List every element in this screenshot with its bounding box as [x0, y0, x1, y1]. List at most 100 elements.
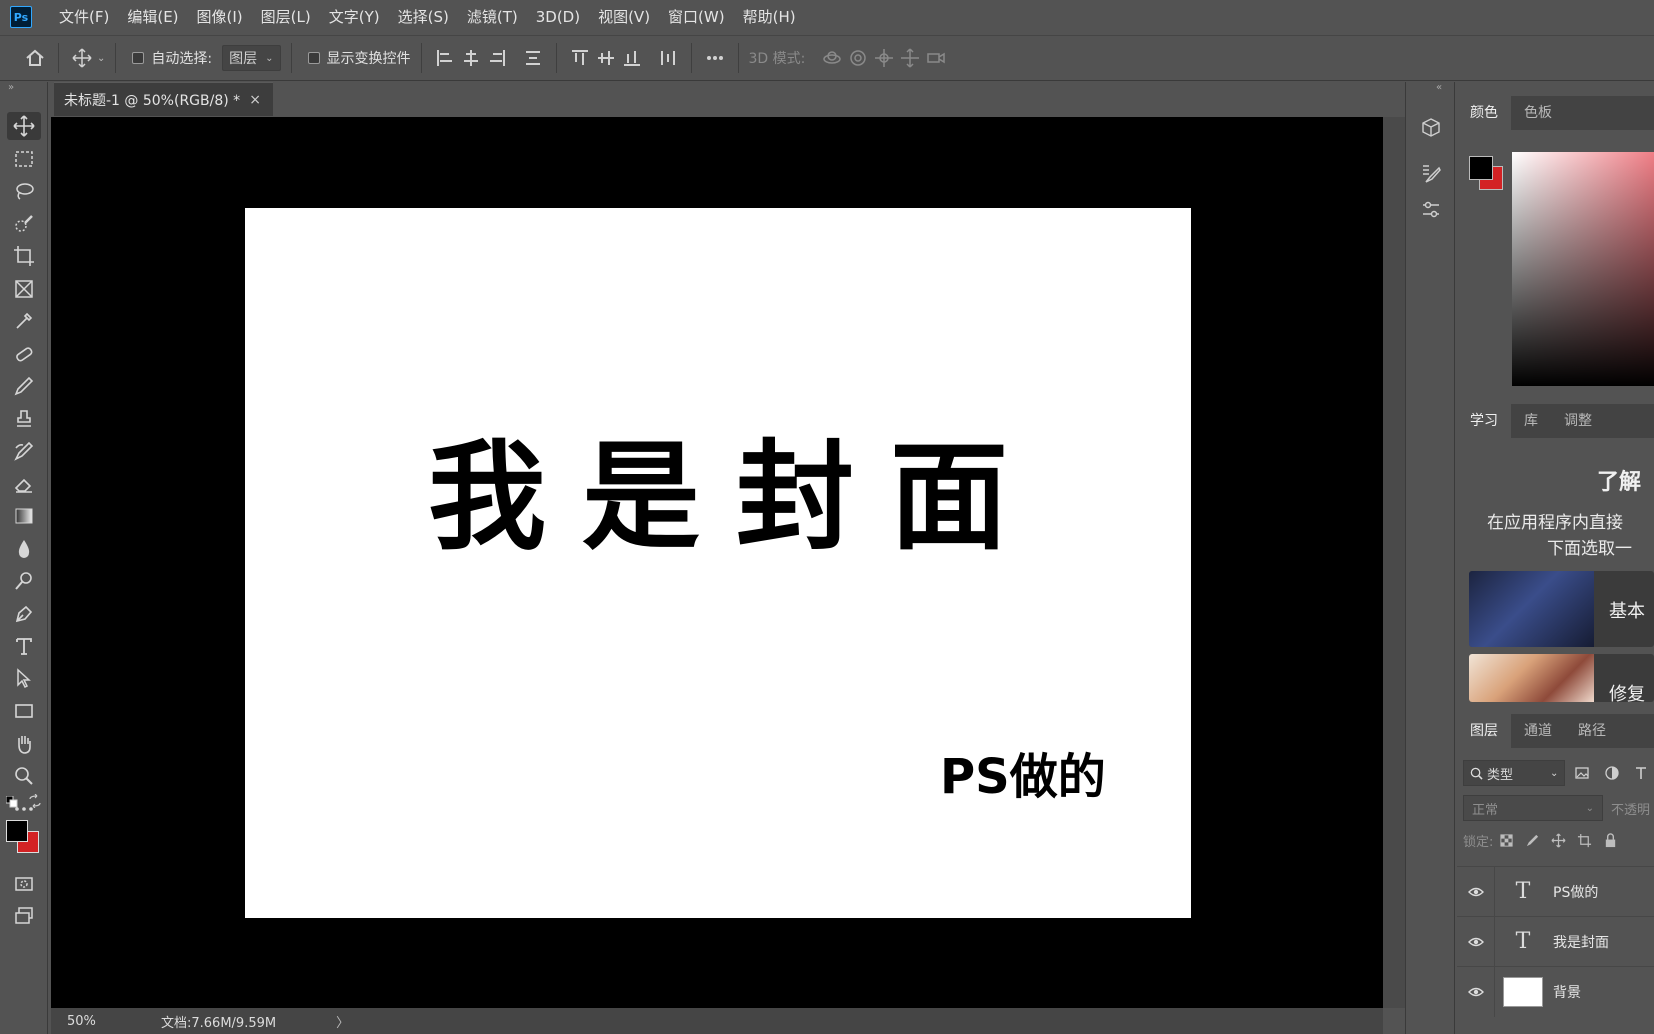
align-right-icon[interactable] [484, 45, 510, 71]
layer-filter-dropdown[interactable]: 类型 ⌄ [1463, 760, 1566, 786]
clone-stamp-tool[interactable] [0, 403, 48, 436]
menu-view[interactable]: 视图(V) [589, 0, 659, 34]
lock-position-icon[interactable] [1545, 829, 1571, 851]
menu-layer[interactable]: 图层(L) [252, 0, 320, 34]
align-bottom-icon[interactable] [619, 45, 645, 71]
layer-name[interactable]: 背景 [1553, 982, 1581, 1002]
blend-mode-dropdown[interactable]: 正常 ⌄ [1463, 795, 1603, 821]
lasso-tool[interactable] [0, 175, 48, 208]
default-colors-icon[interactable] [6, 796, 18, 808]
brush-settings-icon[interactable] [1406, 156, 1456, 192]
vertical-scrollbar[interactable] [1383, 117, 1405, 1008]
video-camera-icon[interactable] [923, 45, 949, 71]
align-middle-v-icon[interactable] [593, 45, 619, 71]
marquee-tool[interactable] [0, 143, 48, 176]
lock-artboard-icon[interactable] [1571, 829, 1597, 851]
roll-3d-icon[interactable] [845, 45, 871, 71]
menu-filter[interactable]: 滤镜(T) [458, 0, 527, 34]
image-filter-icon[interactable] [1569, 760, 1595, 786]
properties-panel-icon[interactable] [1406, 192, 1456, 228]
pen-tool[interactable] [0, 598, 48, 631]
layer-row[interactable]: 背景 [1457, 966, 1654, 1017]
eraser-tool[interactable] [0, 468, 48, 501]
menu-edit[interactable]: 编辑(E) [118, 0, 187, 34]
visibility-eye-icon[interactable] [1457, 966, 1495, 1017]
tab-channels[interactable]: 通道 [1511, 714, 1565, 748]
document-tab[interactable]: 未标题-1 @ 50%(RGB/8) * × [54, 82, 273, 116]
quick-mask-icon[interactable] [0, 868, 48, 901]
foreground-color-swatch[interactable] [6, 820, 28, 842]
tutorial-card-repair[interactable]: 修复 [1469, 654, 1654, 702]
swap-colors-icon[interactable] [28, 794, 42, 808]
layer-name[interactable]: PS做的 [1553, 882, 1598, 902]
blur-tool[interactable] [0, 533, 48, 566]
close-icon[interactable]: × [249, 92, 261, 108]
path-selection-tool[interactable] [0, 663, 48, 696]
orbit-3d-icon[interactable] [819, 45, 845, 71]
status-arrow-icon[interactable]: 〉 [336, 1012, 349, 1031]
move-tool-preset-icon[interactable] [69, 45, 95, 71]
distribute-horizontal-icon[interactable] [655, 45, 681, 71]
lock-all-icon[interactable] [1597, 829, 1623, 851]
menu-type[interactable]: 文字(Y) [320, 0, 389, 34]
pan-3d-icon[interactable] [871, 45, 897, 71]
eyedropper-tool[interactable] [0, 305, 48, 338]
menu-window[interactable]: 窗口(W) [659, 0, 734, 34]
canvas-area[interactable]: 我是封面 PS做的 [51, 117, 1383, 1008]
home-icon[interactable] [22, 45, 48, 71]
healing-brush-tool[interactable] [0, 338, 48, 371]
layer-row[interactable]: T PS做的 [1457, 866, 1654, 917]
tutorial-card-basic[interactable]: 基本 [1469, 571, 1654, 647]
tab-color[interactable]: 颜色 [1457, 96, 1511, 130]
menu-image[interactable]: 图像(I) [188, 0, 252, 34]
align-top-icon[interactable] [567, 45, 593, 71]
tab-swatches[interactable]: 色板 [1511, 96, 1565, 130]
align-center-h-icon[interactable] [458, 45, 484, 71]
dodge-tool[interactable] [0, 565, 48, 598]
screen-mode-icon[interactable] [0, 900, 48, 933]
align-left-icon[interactable] [432, 45, 458, 71]
collapse-icon[interactable]: « [1436, 82, 1442, 93]
rectangle-tool[interactable] [0, 695, 48, 728]
foreground-color-swatch[interactable] [1469, 156, 1493, 180]
history-brush-tool[interactable] [0, 435, 48, 468]
menu-3d[interactable]: 3D(D) [527, 0, 589, 34]
menu-select[interactable]: 选择(S) [389, 0, 458, 34]
visibility-eye-icon[interactable] [1457, 866, 1495, 917]
type-tool[interactable] [0, 630, 48, 663]
auto-select-dropdown[interactable]: 图层 ⌄ [222, 45, 281, 71]
brush-tool[interactable] [0, 370, 48, 403]
distribute-vertical-icon[interactable] [520, 45, 546, 71]
tab-adjustments[interactable]: 调整 [1551, 404, 1605, 438]
tab-paths[interactable]: 路径 [1565, 714, 1619, 748]
tab-libraries[interactable]: 库 [1511, 404, 1551, 438]
frame-tool[interactable] [0, 273, 48, 306]
slide-3d-icon[interactable] [897, 45, 923, 71]
hand-tool[interactable] [0, 728, 48, 761]
tab-layers[interactable]: 图层 [1457, 714, 1511, 748]
color-picker-field[interactable] [1512, 152, 1654, 386]
adjustment-filter-icon[interactable] [1599, 760, 1625, 786]
visibility-eye-icon[interactable] [1457, 916, 1495, 967]
layer-row[interactable]: T 我是封面 [1457, 916, 1654, 967]
quick-selection-tool[interactable] [0, 208, 48, 241]
crop-tool[interactable] [0, 240, 48, 273]
type-filter-icon[interactable] [1628, 760, 1654, 786]
3d-panel-icon[interactable] [1406, 110, 1456, 146]
menu-help[interactable]: 帮助(H) [734, 0, 805, 34]
gradient-tool[interactable] [0, 500, 48, 533]
more-options-icon[interactable] [702, 45, 728, 71]
auto-select-checkbox[interactable] [132, 52, 145, 64]
chevron-down-icon[interactable]: ⌄ [97, 53, 105, 64]
collapse-icon[interactable]: » [8, 82, 14, 93]
zoom-tool[interactable] [0, 760, 48, 793]
lock-pixels-icon[interactable] [1519, 829, 1545, 851]
move-tool[interactable] [0, 110, 48, 143]
zoom-level[interactable]: 50% [51, 1014, 111, 1029]
menu-file[interactable]: 文件(F) [50, 0, 118, 34]
tab-learn[interactable]: 学习 [1457, 404, 1511, 438]
artboard[interactable]: 我是封面 PS做的 [245, 208, 1191, 918]
layer-name[interactable]: 我是封面 [1553, 932, 1609, 952]
lock-transparent-icon[interactable] [1493, 829, 1519, 851]
show-transform-checkbox[interactable] [307, 52, 320, 64]
